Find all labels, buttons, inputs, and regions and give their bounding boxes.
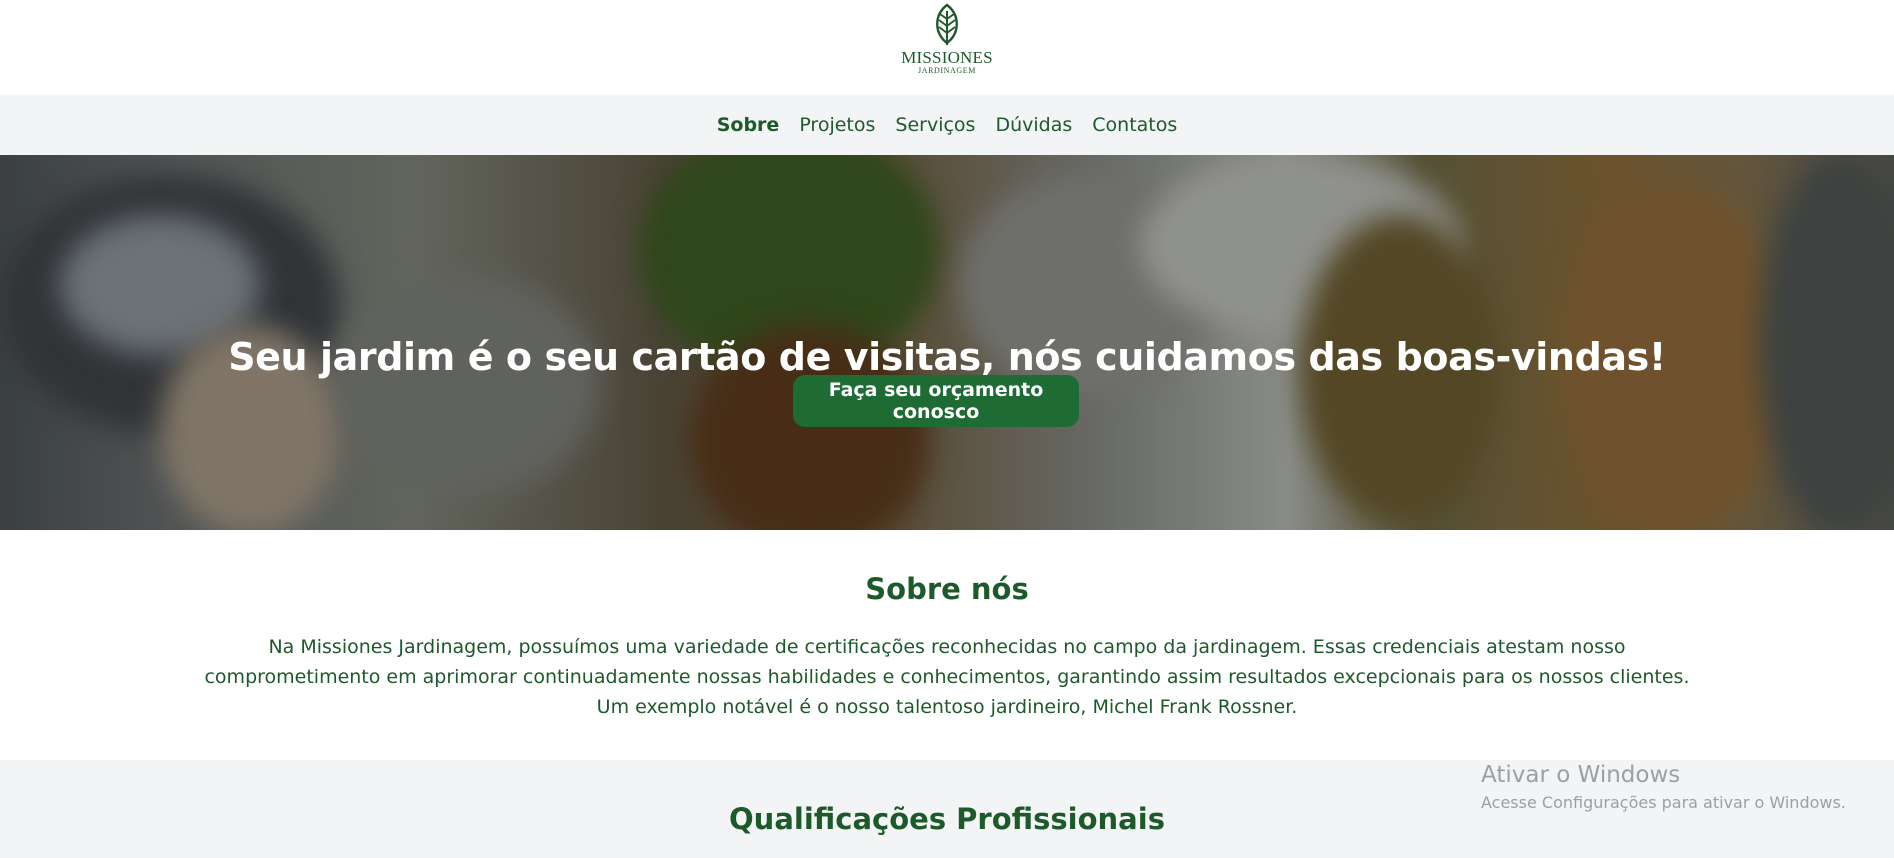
leaf-icon [936, 3, 958, 45]
about-section: Sobre nós Na Missiones Jardinagem, possu… [0, 530, 1894, 760]
about-title: Sobre nós [865, 572, 1029, 606]
about-text: Na Missiones Jardinagem, possuímos uma v… [204, 636, 1690, 718]
brand-subtitle: JARDINAGEM [918, 66, 976, 75]
watermark-subtitle: Acesse Configurações para ativar o Windo… [1481, 793, 1846, 812]
site-header: MISSIONES JARDINAGEM [0, 0, 1894, 95]
watermark-title: Ativar o Windows [1481, 762, 1681, 788]
windows-activation-watermark: Ativar o Windows Acesse Configurações pa… [1481, 761, 1846, 817]
hero-banner: Seu jardim é o seu cartão de visitas, nó… [0, 155, 1894, 530]
nav-link-contatos[interactable]: Contatos [1082, 114, 1187, 136]
nav-link-duvidas[interactable]: Dúvidas [985, 114, 1082, 136]
brand-name: MISSIONES [901, 48, 993, 67]
quote-cta-button[interactable]: Faça seu orçamento conosco [793, 375, 1079, 427]
nav-link-servicos[interactable]: Serviços [885, 114, 985, 136]
nav-link-projetos[interactable]: Projetos [789, 114, 885, 136]
nav-link-sobre[interactable]: Sobre [707, 114, 790, 136]
hero-title: Seu jardim é o seu cartão de visitas, nó… [228, 335, 1666, 380]
brand-logo[interactable]: MISSIONES JARDINAGEM [897, 3, 997, 75]
main-nav: Sobre Projetos Serviços Dúvidas Contatos [0, 95, 1894, 155]
